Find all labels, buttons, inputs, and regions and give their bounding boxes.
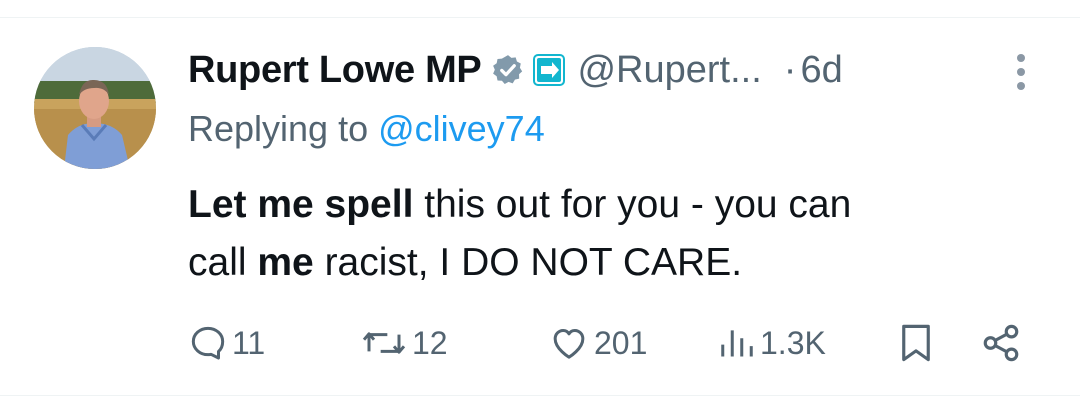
heart-icon	[548, 323, 590, 363]
tweet-line-2: call me racist, I DO NOT CARE.	[188, 234, 1048, 292]
tweet-text: Let me spell this out for you - you can …	[188, 176, 1048, 292]
bottom-divider	[0, 395, 1080, 396]
reply-count: 11	[232, 324, 266, 361]
replying-to-label: Replying to	[188, 108, 379, 149]
top-divider	[0, 17, 1080, 18]
replying-to: Replying to @clivey74	[188, 108, 545, 150]
author-handle[interactable]: @Rupert...	[577, 49, 761, 92]
tweet-bold-text: Let me spell	[188, 183, 414, 226]
repost-button[interactable]: 12	[360, 320, 448, 366]
tweet-text-segment: this out for you - you can	[413, 183, 852, 226]
like-button[interactable]: 201	[548, 320, 647, 366]
avatar[interactable]	[34, 47, 156, 169]
timestamp[interactable]: 6d	[800, 49, 842, 92]
reply-button[interactable]: 11	[188, 320, 265, 366]
views-count: 1.3K	[760, 324, 826, 361]
more-vertical-icon[interactable]	[1010, 52, 1032, 97]
views-bar-chart-icon	[718, 323, 756, 363]
reply-handle-link[interactable]: @clivey74	[378, 108, 545, 149]
tweet-text-segment: racist, I DO NOT CARE.	[313, 241, 743, 284]
bookmark-button[interactable]	[898, 320, 934, 366]
display-name[interactable]: Rupert Lowe MP	[188, 49, 482, 92]
tweet-header: Rupert Lowe MP @Rupert... · 6d	[188, 42, 843, 98]
repost-count: 12	[412, 324, 448, 361]
reform-uk-badge-icon[interactable]	[533, 54, 566, 86]
like-count: 201	[594, 324, 648, 361]
share-icon	[980, 322, 1022, 364]
tweet-bold-text: me	[257, 241, 314, 284]
bookmark-icon	[898, 322, 934, 364]
tweet-text-segment: call	[188, 241, 258, 284]
views-button[interactable]: 1.3K	[718, 320, 826, 366]
tweet-line-1: Let me spell this out for you - you can	[188, 176, 1048, 234]
separator-dot: ·	[783, 48, 797, 91]
share-button[interactable]	[980, 320, 1022, 366]
reply-bubble-icon	[188, 323, 228, 363]
repost-arrows-icon	[360, 323, 408, 363]
verified-check-icon	[491, 53, 525, 87]
